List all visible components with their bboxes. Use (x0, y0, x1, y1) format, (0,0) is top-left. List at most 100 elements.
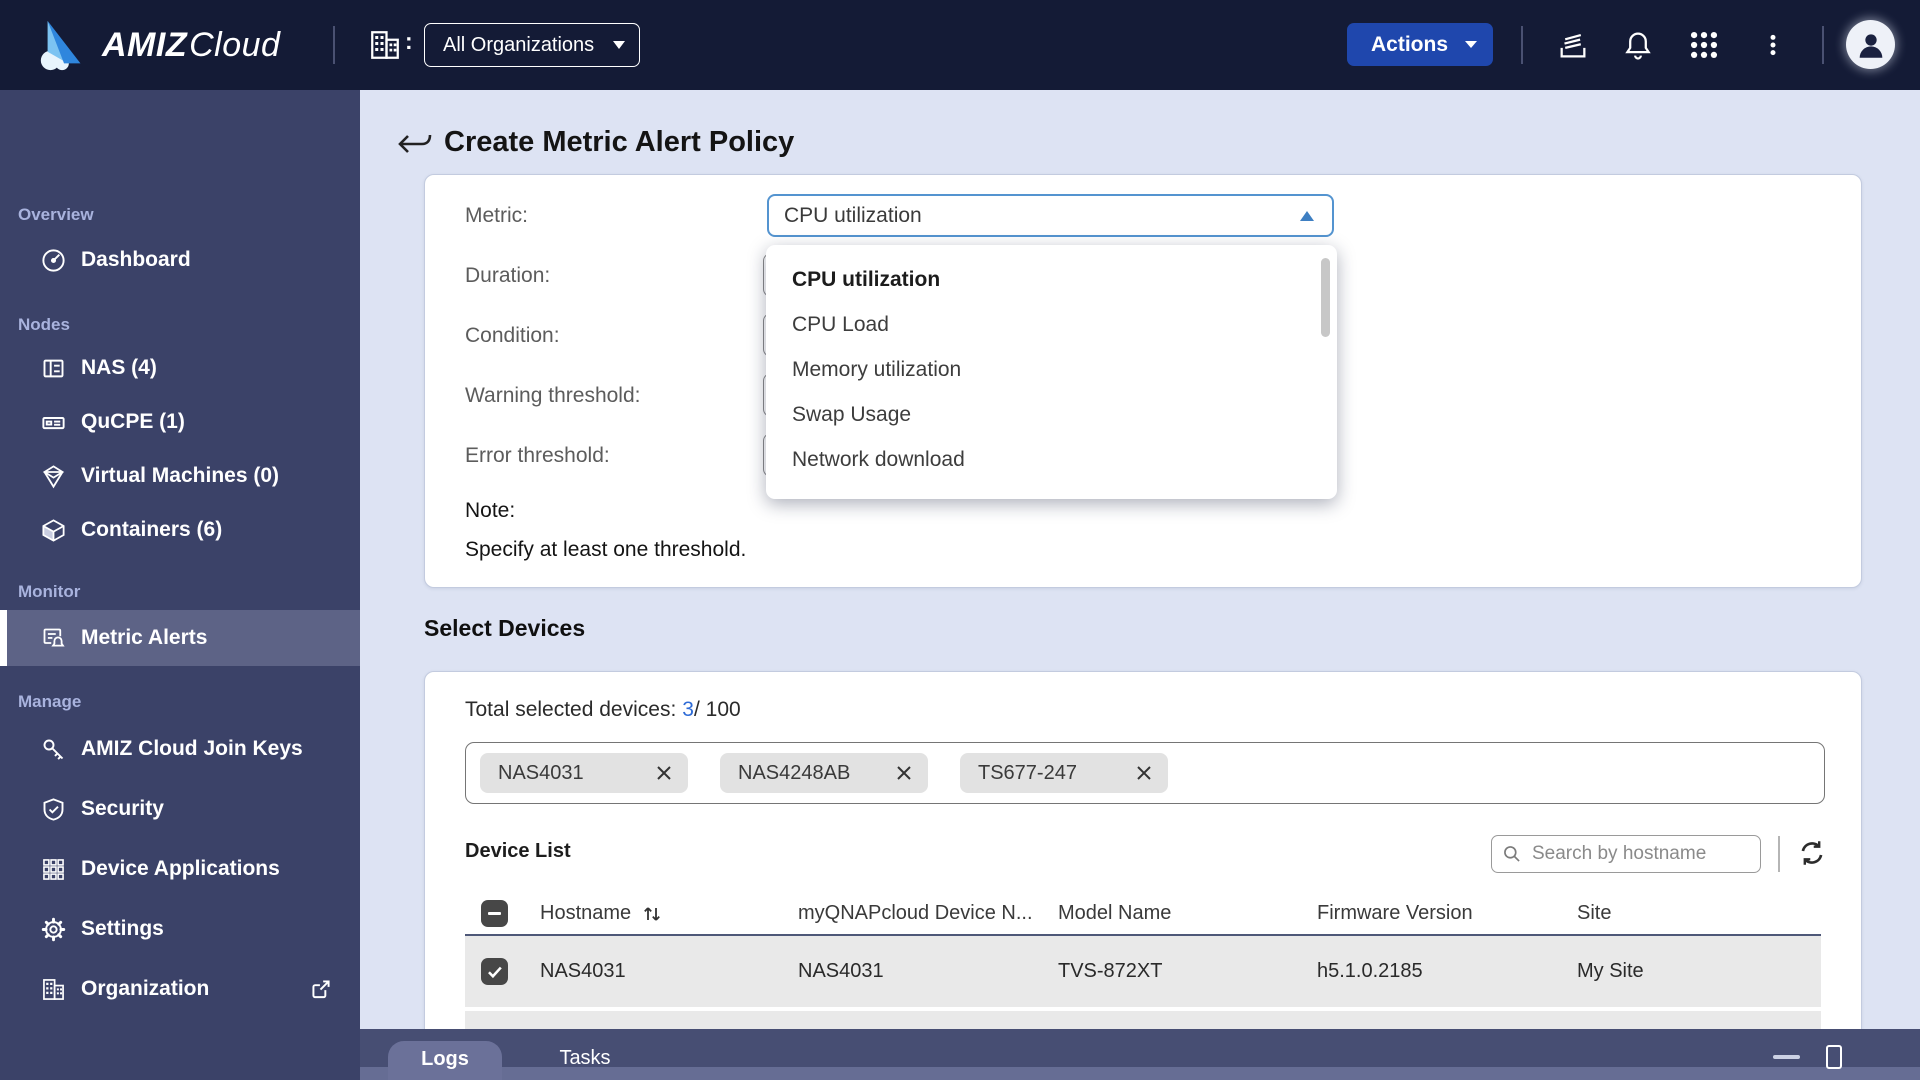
notifications-bell-icon[interactable] (1621, 28, 1655, 62)
close-icon[interactable] (654, 763, 674, 783)
table-row[interactable]: NAS4031 NAS4031 TVS-872XT h5.1.0.2185 My… (465, 936, 1821, 1007)
selected-devices-chips-box: NAS4031 NAS4248AB TS677-247 (465, 742, 1825, 804)
actions-button[interactable]: Actions (1347, 23, 1493, 66)
warning-threshold-label: Warning threshold: (465, 384, 641, 407)
chevron-down-icon (1465, 41, 1477, 48)
top-bar: AMIZCloud : All Organizations Actions (0, 0, 1920, 90)
sidebar-item-device-applications[interactable]: Device Applications (0, 842, 360, 896)
refresh-icon[interactable] (1796, 837, 1828, 869)
back-arrow-icon[interactable] (394, 127, 434, 159)
metric-label: Metric: (465, 204, 528, 227)
duration-label: Duration: (465, 264, 551, 287)
shield-check-icon (43, 797, 64, 821)
maximize-icon[interactable] (1826, 1045, 1842, 1069)
organization-icon (43, 978, 64, 1000)
sidebar-section-overview: Overview (18, 205, 94, 224)
main-content: Create Metric Alert Policy Metric: Durat… (360, 90, 1920, 1080)
page-header: Create Metric Alert Policy (394, 126, 794, 159)
select-devices-heading: Select Devices (424, 615, 586, 641)
topbar-divider (1521, 26, 1523, 64)
note-title: Note: (465, 499, 516, 522)
tab-logs[interactable]: Logs (388, 1041, 502, 1080)
search-icon (1504, 846, 1520, 862)
col-myqnapcloud-name: myQNAPcloud Device N... (798, 902, 1033, 924)
brand-name-light: Cloud (189, 25, 281, 64)
check-icon (488, 966, 502, 979)
dropdown-option-memory-utilization[interactable]: Memory utilization (766, 347, 1337, 392)
sidebar-item-organization[interactable]: Organization (0, 962, 360, 1016)
note-block: Note: Specify at least one threshold. (465, 491, 746, 569)
qucpe-icon (42, 416, 65, 429)
select-all-checkbox[interactable] (481, 900, 508, 927)
device-chip: TS677-247 (960, 753, 1168, 793)
metric-select-value: CPU utilization (784, 203, 922, 227)
selected-count: 3 (682, 698, 694, 721)
sidebar-item-security[interactable]: Security (0, 782, 360, 836)
total-max: / 100 (693, 698, 741, 721)
organization-icon (371, 31, 399, 59)
sidebar-item-settings[interactable]: Settings (0, 902, 360, 956)
virtual-machines-icon (42, 464, 65, 488)
close-icon[interactable] (894, 763, 914, 783)
sidebar-item-nas[interactable]: NAS (4) (0, 341, 360, 395)
col-hostname: Hostname (540, 902, 798, 925)
search-input[interactable] (1530, 842, 1744, 866)
sidebar-item-join-keys[interactable]: AMIZ Cloud Join Keys (0, 722, 360, 776)
dropdown-option-cpu-utilization[interactable]: CPU utilization (766, 257, 1337, 302)
device-chip: NAS4031 (480, 753, 688, 793)
row-checkbox[interactable] (481, 958, 508, 985)
org-selector[interactable]: All Organizations (424, 23, 640, 67)
topbar-divider (1822, 26, 1824, 64)
sidebar-item-qucpe[interactable]: QuCPE (1) (0, 395, 360, 449)
key-icon (43, 739, 64, 760)
topbar-divider (333, 26, 335, 64)
brand-logo: AMIZCloud (36, 18, 280, 72)
cell-site: My Site (1577, 960, 1644, 982)
device-table-header: Hostname myQNAPcloud Device N... Model N… (465, 893, 1821, 936)
metric-select[interactable]: CPU utilization (767, 194, 1334, 237)
select-devices-card: Total selected devices: 3/ 100 NAS4031 NA… (424, 671, 1862, 1061)
external-link-icon[interactable] (308, 976, 334, 1002)
error-threshold-label: Error threshold: (465, 444, 610, 467)
condition-label: Condition: (465, 324, 560, 347)
sidebar-item-virtual-machines[interactable]: Virtual Machines (0) (0, 449, 360, 503)
note-text: Specify at least one threshold. (465, 538, 747, 561)
sort-icon[interactable] (641, 903, 663, 925)
logs-stack-icon[interactable] (1556, 28, 1590, 62)
device-chip: NAS4248AB (720, 753, 928, 793)
minimize-icon[interactable] (1773, 1055, 1800, 1059)
org-selector-value: All Organizations (443, 33, 595, 56)
sidebar-item-metric-alerts[interactable]: Metric Alerts (0, 610, 360, 666)
cell-firmware-version: h5.1.0.2185 (1317, 960, 1423, 982)
close-icon[interactable] (1134, 763, 1154, 783)
dashboard-gauge-icon (42, 248, 65, 272)
chevron-down-icon (613, 41, 625, 49)
sidebar-section-manage: Manage (18, 692, 82, 711)
brand-logo-icon (40, 20, 81, 71)
sidebar-item-dashboard[interactable]: Dashboard (0, 233, 360, 287)
sidebar-section-nodes: Nodes (18, 315, 70, 334)
dropdown-option-cpu-load[interactable]: CPU Load (766, 302, 1337, 347)
device-applications-icon (43, 858, 64, 880)
col-firmware-version: Firmware Version (1317, 902, 1473, 924)
apps-grid-icon[interactable] (1687, 28, 1721, 62)
total-selected-line: Total selected devices: 3/ 100 (465, 698, 741, 722)
user-avatar[interactable] (1846, 20, 1895, 69)
sidebar-section-monitor: Monitor (18, 582, 81, 601)
dropdown-option-network-download[interactable]: Network download (766, 437, 1337, 482)
brand-name-bold: AMIZ (102, 25, 188, 64)
more-kebab-icon[interactable] (1760, 28, 1786, 62)
tab-tasks[interactable]: Tasks (545, 1041, 625, 1080)
search-box (1491, 835, 1761, 873)
actions-label: Actions (1371, 32, 1449, 56)
sidebar: Overview Dashboard Nodes NAS (4) QuCPE (… (0, 90, 360, 1080)
dropdown-option-swap-usage[interactable]: Swap Usage (766, 392, 1337, 437)
dropdown-scrollbar-thumb[interactable] (1321, 258, 1330, 337)
org-colon: : (405, 28, 413, 54)
cell-hostname: NAS4031 (540, 960, 626, 982)
col-site: Site (1577, 902, 1612, 924)
bottom-panel-bar: Logs Tasks (360, 1029, 1920, 1080)
chevron-up-icon (1300, 210, 1314, 221)
device-table: Hostname myQNAPcloud Device N... Model N… (465, 893, 1821, 1007)
sidebar-item-containers[interactable]: Containers (6) (0, 503, 360, 557)
